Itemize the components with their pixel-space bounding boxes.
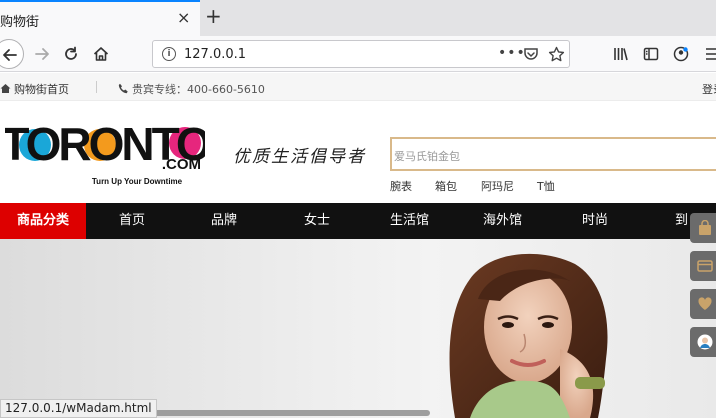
nav-item-fashion[interactable]: 时尚: [582, 203, 608, 239]
top-utility-bar: 购物街首页 贵宾专线：400-660-5610 登录: [0, 73, 716, 101]
search-placeholder: 爱马氏铂金包: [394, 150, 460, 163]
hot-word-link[interactable]: T恤: [537, 178, 555, 194]
tab-title: 购物街: [0, 15, 40, 30]
logo-com: .COM: [162, 156, 201, 173]
hot-word-link[interactable]: 腕表: [390, 178, 412, 194]
horizontal-scrollbar[interactable]: [148, 410, 430, 416]
hot-word-link[interactable]: 箱包: [435, 178, 457, 194]
address-bar[interactable]: i 127.0.0.1 •••: [152, 40, 570, 68]
hero-banner[interactable]: [0, 239, 716, 418]
reload-icon[interactable]: [62, 45, 80, 63]
back-arrow-icon: [3, 49, 17, 61]
new-tab-button[interactable]: +: [205, 5, 222, 27]
page-actions-icon[interactable]: •••: [498, 45, 526, 61]
menu-icon[interactable]: [704, 45, 716, 63]
phone-icon: [118, 83, 128, 94]
tab-close-icon[interactable]: ×: [177, 9, 190, 27]
divider: [96, 81, 97, 93]
status-link-preview: 127.0.0.1/wMadam.html: [0, 399, 157, 418]
hot-word-link[interactable]: 阿玛尼: [481, 178, 514, 194]
nav-item-overseas[interactable]: 海外馆: [483, 203, 522, 239]
bag-icon: [699, 220, 711, 235]
home-link[interactable]: 购物街首页: [0, 81, 69, 97]
brand-slogan: 优质生活倡导者: [233, 147, 366, 167]
avatar-icon: [697, 334, 713, 350]
login-link[interactable]: 登录: [702, 81, 716, 97]
browser-toolbar: i 127.0.0.1 •••: [0, 36, 716, 72]
sidebar-icon[interactable]: [642, 45, 660, 63]
home-icon[interactable]: [92, 45, 110, 63]
category-menu-button[interactable]: 商品分类: [0, 203, 86, 239]
browser-tab[interactable]: 购物街 ×: [0, 0, 200, 36]
payment-button[interactable]: [690, 251, 716, 281]
nav-item-life[interactable]: 生活馆: [390, 203, 429, 239]
home-small-icon: [0, 84, 11, 93]
pocket-icon[interactable]: [523, 46, 539, 62]
nav-item-brands[interactable]: 品牌: [211, 203, 237, 239]
library-icon[interactable]: [612, 45, 630, 63]
forward-arrow-icon[interactable]: [33, 45, 51, 63]
site-info-icon[interactable]: i: [162, 47, 176, 61]
vip-hotline: 贵宾专线：400-660-5610: [118, 81, 265, 97]
back-button[interactable]: [0, 39, 24, 69]
logo-tagline: Turn Up Your Downtime: [92, 177, 183, 186]
card-icon: [697, 260, 713, 272]
customer-service-button[interactable]: [690, 327, 716, 357]
banner-model-image: [449, 253, 608, 418]
toronto-logo[interactable]: TORONTO .COM Turn Up Your Downtime: [5, 117, 205, 189]
main-navigation: 商品分类 首页 品牌 女士 生活馆 海外馆 时尚 到: [0, 203, 716, 239]
address-text[interactable]: 127.0.0.1: [184, 47, 246, 62]
heart-icon: [698, 297, 712, 310]
home-link-label[interactable]: 购物街首页: [14, 83, 69, 96]
nav-item-women[interactable]: 女士: [304, 203, 330, 239]
bookmark-star-icon[interactable]: [548, 46, 565, 63]
favorites-button[interactable]: [690, 289, 716, 319]
account-icon[interactable]: [672, 45, 690, 63]
web-page: 购物街首页 贵宾专线：400-660-5610 登录 TORONTO .COM …: [0, 73, 716, 418]
nav-item-home[interactable]: 首页: [119, 203, 145, 239]
search-input[interactable]: 爱马氏铂金包: [390, 137, 716, 171]
nav-item-more[interactable]: 到: [675, 203, 688, 239]
tab-strip: 购物街 × +: [0, 0, 716, 36]
hotline-text: 贵宾专线：400-660-5610: [132, 83, 265, 96]
cart-button[interactable]: [690, 213, 716, 243]
